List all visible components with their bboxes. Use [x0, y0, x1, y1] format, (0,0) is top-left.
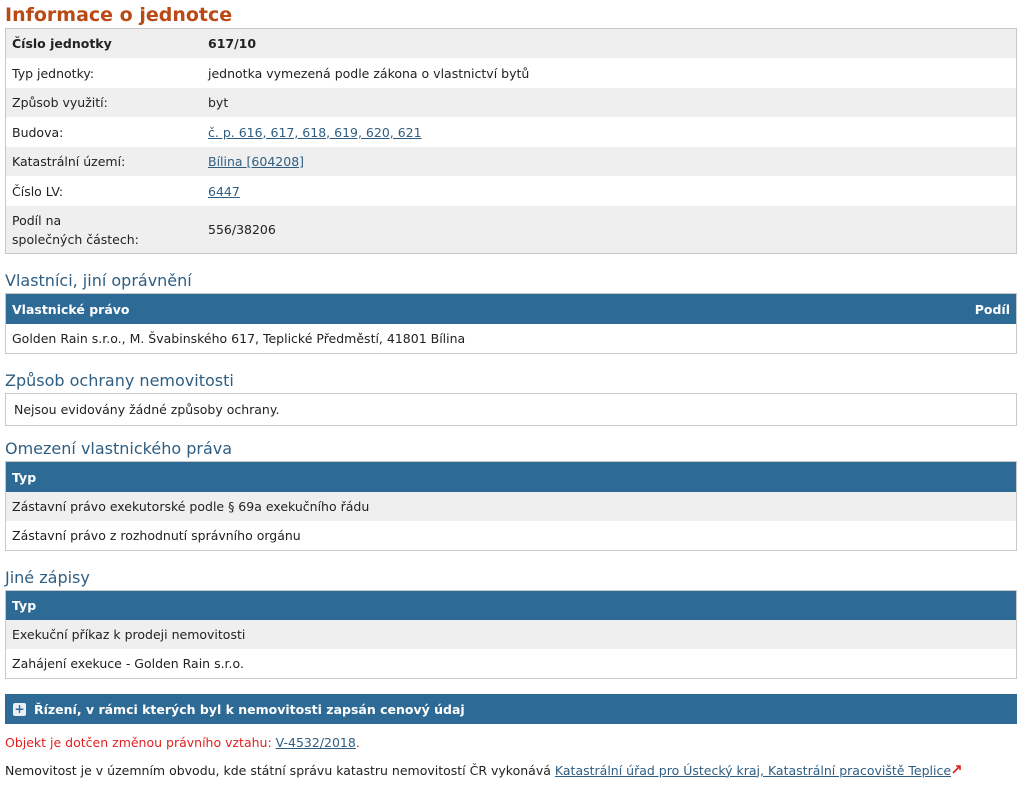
column-header-type: Typ	[12, 469, 37, 485]
info-key: Typ jednotky:	[12, 65, 95, 81]
info-row-unit-type: Typ jednotky: jednotka vymezená podle zá…	[6, 58, 1016, 88]
owners-table: Vlastnické právo Podíl Golden Rain s.r.o…	[5, 293, 1017, 354]
info-row-cadastral-area: Katastrální území: Bílina [604208]	[6, 147, 1016, 176]
info-key: Budova:	[12, 124, 64, 140]
other-records-heading: Jiné zápisy	[5, 568, 90, 587]
external-link-icon[interactable]	[952, 764, 962, 777]
proceeding-link[interactable]: V-4532/2018	[276, 735, 356, 750]
table-row: Golden Rain s.r.o., M. Švabinského 617, …	[6, 324, 1016, 353]
proceedings-label: Řízení, v rámci kterých byl k nemovitost…	[34, 701, 465, 717]
change-notice-text: Objekt je dotčen změnou právního vztahu:	[5, 734, 272, 750]
office-notice-text: Nemovitost je v územním obvodu, kde stát…	[5, 762, 551, 778]
table-row: Zástavní právo exekutorské podle § 69a e…	[6, 492, 1016, 521]
page-content: Informace o jednotce Číslo jednotky 617/…	[5, 0, 1017, 780]
info-row-unit-number: Číslo jednotky 617/10	[6, 29, 1016, 58]
info-row-share: Podíl na společných částech: 556/38206	[6, 206, 1016, 253]
lv-number-link[interactable]: 6447	[208, 184, 240, 199]
restrictions-table-header: Typ	[6, 462, 1016, 492]
owners-table-header: Vlastnické právo Podíl	[6, 294, 1016, 324]
info-key: Číslo LV:	[12, 183, 64, 199]
restrictions-heading: Omezení vlastnického práva	[5, 439, 233, 458]
info-value: byt	[208, 95, 229, 110]
column-header-share: Podíl	[974, 301, 1010, 317]
info-row-building: Budova: č. p. 616, 617, 618, 619, 620, 6…	[6, 117, 1016, 147]
protection-box: Nejsou evidovány žádné způsoby ochrany.	[5, 393, 1017, 426]
protection-heading: Způsob ochrany nemovitosti	[5, 371, 234, 390]
cadastral-office-link[interactable]: Katastrální úřad pro Ústecký kraj, Katas…	[555, 763, 951, 778]
info-key: Číslo jednotky	[12, 36, 112, 51]
building-link[interactable]: č. p. 616, 617, 618, 619, 620, 621	[208, 125, 422, 140]
info-value: 556/38206	[208, 222, 276, 237]
page-title: Informace o jednotce	[5, 4, 233, 26]
info-key: Způsob využití:	[12, 95, 108, 110]
info-value: 617/10	[208, 36, 257, 51]
change-notice: Objekt je dotčen změnou právního vztahu:…	[5, 732, 1017, 752]
owners-heading: Vlastníci, jiní oprávnění	[5, 271, 192, 290]
cadastral-area-link[interactable]: Bílina [604208]	[208, 154, 304, 169]
change-notice-period: .	[355, 734, 360, 750]
table-row: Zástavní právo z rozhodnutí správního or…	[6, 521, 1016, 550]
info-value: jednotka vymezená podle zákona o vlastni…	[208, 65, 530, 81]
info-row-usage: Způsob využití: byt	[6, 88, 1016, 117]
info-key-line: Podíl na	[12, 212, 62, 228]
restrictions-table: Typ Zástavní právo exekutorské podle § 6…	[5, 461, 1017, 551]
other-records-table: Typ Exekuční příkaz k prodeji nemovitost…	[5, 590, 1017, 679]
table-row: Zahájení exekuce - Golden Rain s.r.o.	[6, 649, 1016, 678]
proceedings-toggle[interactable]: + Řízení, v rámci kterých byl k nemovito…	[5, 694, 1017, 724]
other-records-table-header: Typ	[6, 591, 1016, 620]
info-key: Podíl na společných částech:	[6, 211, 208, 249]
unit-info-table: Číslo jednotky 617/10 Typ jednotky: jedn…	[5, 28, 1017, 254]
expand-plus-icon: +	[13, 701, 26, 716]
office-notice: Nemovitost je v územním obvodu, kde stát…	[5, 760, 1017, 780]
column-header-ownership: Vlastnické právo	[12, 301, 130, 317]
info-row-lv-number: Číslo LV: 6447	[6, 176, 1016, 206]
info-key-line: společných částech:	[12, 231, 139, 247]
info-key: Katastrální území:	[12, 154, 126, 169]
column-header-type: Typ	[12, 598, 37, 613]
table-row: Exekuční příkaz k prodeji nemovitosti	[6, 620, 1016, 649]
